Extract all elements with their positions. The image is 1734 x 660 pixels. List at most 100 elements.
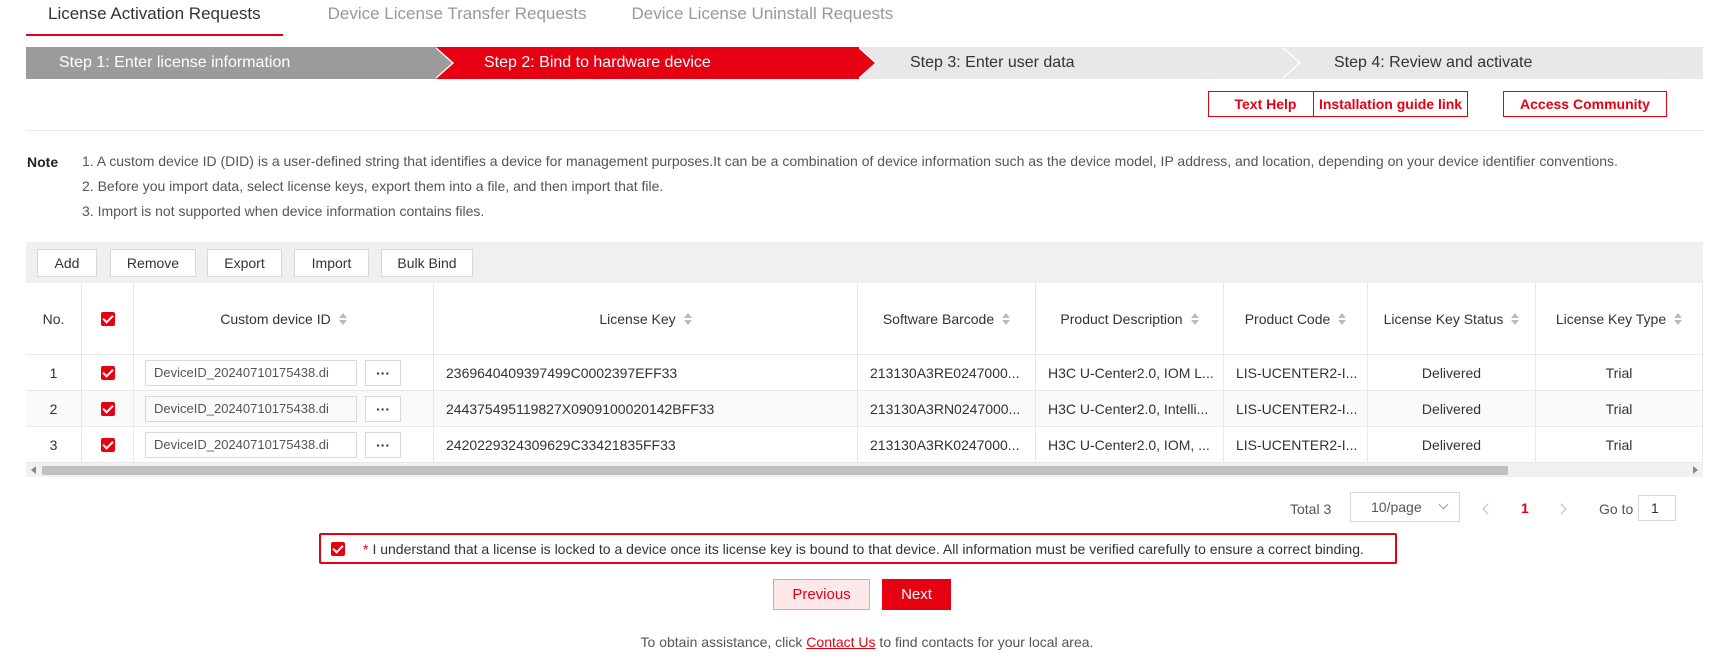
row-select[interactable] (82, 391, 134, 426)
scroll-left-arrow-icon[interactable] (31, 466, 36, 474)
add-button[interactable]: Add (37, 249, 97, 277)
step-2-arrow (857, 47, 875, 79)
table-horizontal-scrollbar[interactable] (26, 463, 1703, 477)
row-license-key-type: Trial (1536, 427, 1703, 462)
sort-icon[interactable] (1674, 312, 1683, 325)
required-star: * (363, 540, 369, 557)
row-product-code: LIS-UCENTER2-I... (1224, 355, 1368, 390)
header-license-key-type[interactable]: License Key Type (1536, 283, 1703, 354)
row-software-barcode: 213130A3RN0247000... (858, 391, 1036, 426)
goto-label: Go to (1599, 501, 1634, 517)
custom-device-id-input[interactable]: DeviceID_20240710175438.di (145, 395, 357, 422)
scrollbar-thumb[interactable] (42, 466, 1508, 475)
scroll-right-arrow-icon[interactable] (1693, 466, 1698, 474)
row-license-key: 2369640409397499C0002397EFF33 (434, 355, 858, 390)
note-line-3: 3. Import is not supported when device i… (82, 203, 485, 219)
header-custom-device-id-label: Custom device ID (220, 310, 331, 327)
row-custom-device-id: DeviceID_20240710175438.di ··· (134, 391, 434, 426)
row-select[interactable] (82, 355, 134, 390)
header-license-key-label: License Key (599, 310, 676, 327)
row-no: 3 (26, 427, 82, 462)
binding-agreement: * I understand that a license is locked … (319, 533, 1397, 564)
row-license-key-status: Delivered (1368, 391, 1536, 426)
table-header-row: No. Custom device ID License Key Softwar… (26, 283, 1703, 355)
more-options-button[interactable]: ··· (365, 395, 401, 422)
more-options-button[interactable]: ··· (365, 359, 401, 386)
page-size-select[interactable]: 10/page (1350, 492, 1460, 522)
text-help-button[interactable]: Text Help (1208, 91, 1323, 117)
table-toolbar: Add Remove Export Import Bulk Bind (26, 242, 1703, 283)
step-4: Step 4: Review and activate (1283, 47, 1703, 79)
row-checkbox[interactable] (100, 437, 115, 452)
sort-icon[interactable] (1511, 312, 1520, 325)
table-row: 2 DeviceID_20240710175438.di ··· 2443754… (26, 391, 1703, 427)
row-product-code: LIS-UCENTER2-I... (1224, 391, 1368, 426)
more-options-button[interactable]: ··· (365, 431, 401, 458)
header-license-key[interactable]: License Key (434, 283, 858, 354)
access-community-button[interactable]: Access Community (1503, 91, 1667, 117)
agreement-checkbox[interactable] (331, 541, 345, 556)
installation-guide-button[interactable]: Installation guide link (1313, 91, 1468, 117)
row-no: 2 (26, 391, 82, 426)
sort-icon[interactable] (1002, 312, 1011, 325)
header-product-description[interactable]: Product Description (1036, 283, 1224, 354)
step-2: Step 2: Bind to hardware device (436, 47, 859, 79)
next-button[interactable]: Next (882, 579, 951, 610)
tab-device-license-uninstall[interactable]: Device License Uninstall Requests (632, 0, 894, 36)
row-select[interactable] (82, 427, 134, 462)
row-product-description: H3C U-Center2.0, IOM L... (1036, 355, 1224, 390)
select-all-checkbox[interactable] (100, 311, 115, 326)
tab-device-license-transfer[interactable]: Device License Transfer Requests (328, 0, 587, 36)
header-select-all[interactable] (82, 283, 134, 354)
contact-us-link[interactable]: Contact Us (806, 634, 875, 650)
header-no-label: No. (42, 310, 65, 327)
current-page-number[interactable]: 1 (1521, 500, 1529, 516)
sort-icon[interactable] (683, 312, 692, 325)
row-custom-device-id: DeviceID_20240710175438.di ··· (134, 355, 434, 390)
note-title: Note (27, 154, 59, 170)
row-checkbox[interactable] (100, 401, 115, 416)
sort-icon[interactable] (1190, 312, 1199, 325)
footer-suffix: to find contacts for your local area. (875, 634, 1094, 650)
row-product-code: LIS-UCENTER2-I... (1224, 427, 1368, 462)
header-custom-device-id[interactable]: Custom device ID (134, 283, 434, 354)
remove-button[interactable]: Remove (110, 249, 196, 277)
sort-icon[interactable] (338, 312, 347, 325)
export-button[interactable]: Export (207, 249, 282, 277)
page-size-value: 10/page (1371, 499, 1422, 515)
header-license-key-status[interactable]: License Key Status (1368, 283, 1536, 354)
custom-device-id-input[interactable]: DeviceID_20240710175438.di (145, 359, 357, 386)
row-checkbox[interactable] (100, 365, 115, 380)
footer-prefix: To obtain assistance, click (640, 634, 807, 650)
table-row: 1 DeviceID_20240710175438.di ··· 2369640… (26, 355, 1703, 391)
header-product-code-label: Product Code (1244, 310, 1331, 327)
row-software-barcode: 213130A3RK0247000... (858, 427, 1036, 462)
request-tabs: License Activation Requests Device Licen… (26, 0, 938, 36)
row-license-key-type: Trial (1536, 355, 1703, 390)
previous-button[interactable]: Previous (773, 579, 870, 610)
step-3: Step 3: Enter user data (859, 47, 1283, 79)
row-product-description: H3C U-Center2.0, IOM, ... (1036, 427, 1224, 462)
import-button[interactable]: Import (294, 249, 369, 277)
goto-page-input[interactable]: 1 (1638, 495, 1676, 521)
row-no: 1 (26, 355, 82, 390)
custom-device-id-input[interactable]: DeviceID_20240710175438.di (145, 431, 357, 458)
step-1-arrow (434, 47, 452, 79)
sort-icon[interactable] (1338, 312, 1347, 325)
step-3-arrow (1281, 47, 1299, 79)
row-custom-device-id: DeviceID_20240710175438.di ··· (134, 427, 434, 462)
header-software-barcode[interactable]: Software Barcode (858, 283, 1036, 354)
header-product-code[interactable]: Product Code (1224, 283, 1368, 354)
divider (26, 130, 1703, 131)
header-product-description-label: Product Description (1060, 310, 1183, 327)
previous-page-icon[interactable] (1482, 503, 1494, 515)
row-product-description: H3C U-Center2.0, Intelli... (1036, 391, 1224, 426)
header-software-barcode-label: Software Barcode (882, 310, 995, 327)
tab-license-activation[interactable]: License Activation Requests (26, 0, 283, 36)
step-3-label: Step 3: Enter user data (910, 54, 1075, 71)
row-license-key-status: Delivered (1368, 355, 1536, 390)
bulk-bind-button[interactable]: Bulk Bind (381, 249, 473, 277)
next-page-icon[interactable] (1555, 503, 1567, 515)
row-license-key-status: Delivered (1368, 427, 1536, 462)
step-2-label: Step 2: Bind to hardware device (484, 54, 711, 71)
